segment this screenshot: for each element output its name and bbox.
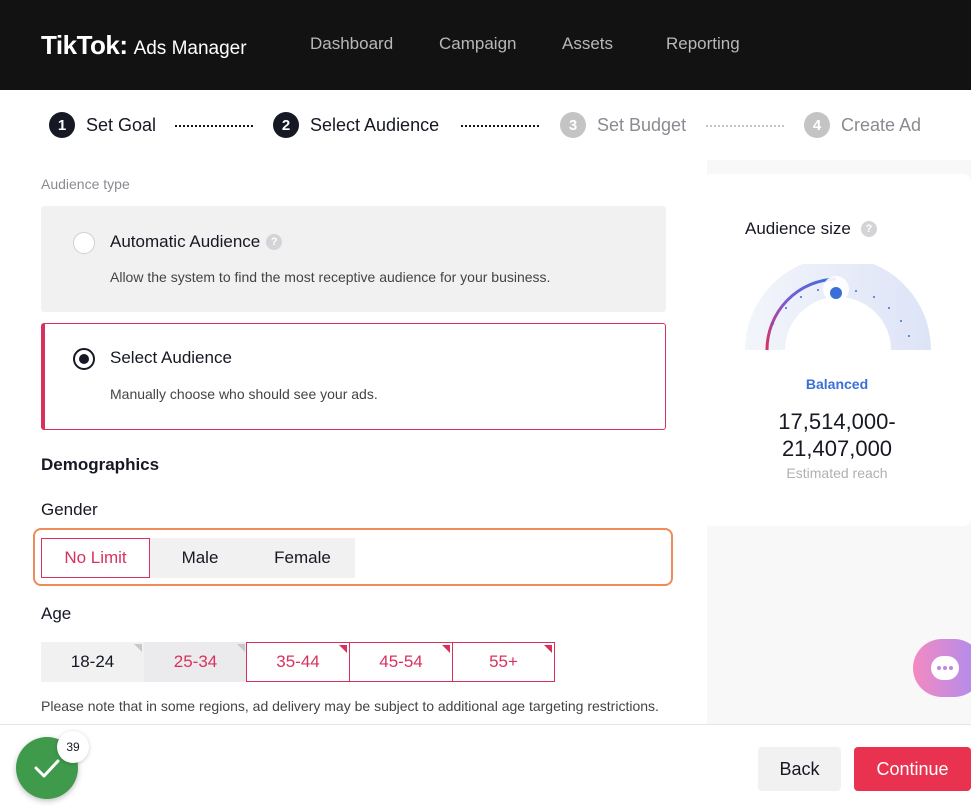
gauge-knob (830, 287, 842, 299)
automatic-audience-description: Allow the system to find the most recept… (110, 269, 551, 285)
select-audience-description: Manually choose who should see your ads. (110, 386, 378, 402)
audience-size-gauge (745, 264, 931, 351)
step-connector (706, 125, 784, 127)
chat-icon (931, 656, 959, 680)
reach-high: 21,407,000 (781, 436, 893, 461)
estimated-reach-label: Estimated reach (786, 465, 888, 481)
nav-campaign[interactable]: Campaign (439, 34, 517, 54)
nav-assets[interactable]: Assets (562, 34, 613, 54)
logo-product-name: Ads Manager (133, 38, 247, 59)
age-label: Age (41, 604, 72, 623)
chat-support-button[interactable] (913, 639, 971, 697)
age-option-18-24[interactable]: 18-24 (41, 642, 144, 682)
logo-mark: TikTok: (41, 30, 128, 60)
checklist-count-badge: 39 (57, 731, 89, 763)
select-audience-title: Select Audience (110, 348, 232, 367)
step-label: Set Goal (86, 114, 157, 135)
select-audience-radio[interactable] (73, 348, 95, 370)
demographics-heading: Demographics (41, 455, 160, 474)
checkmark-icon (34, 759, 60, 778)
gender-option-no-limit[interactable]: No Limit (41, 538, 150, 578)
help-icon[interactable]: ? (266, 234, 283, 250)
step-set-goal[interactable]: 1 Set Goal (49, 112, 156, 138)
select-audience-option[interactable]: Select Audience Manually choose who shou… (41, 323, 666, 430)
reach-low: 17,514,000- (778, 409, 896, 434)
step-number: 4 (804, 112, 830, 138)
audience-type-label: Audience type (41, 176, 130, 192)
step-set-budget[interactable]: 3 Set Budget (560, 112, 686, 138)
step-create-ad[interactable]: 4 Create Ad (804, 112, 921, 138)
step-select-audience[interactable]: 2 Select Audience (273, 112, 439, 138)
automatic-audience-title: Automatic Audience (110, 232, 261, 251)
step-number: 2 (273, 112, 299, 138)
audience-form: Audience type Automatic Audience? Allow … (0, 160, 707, 724)
gender-option-female[interactable]: Female (250, 538, 355, 578)
step-label: Create Ad (841, 114, 922, 135)
back-button[interactable]: Back (758, 747, 841, 791)
step-connector (461, 125, 539, 127)
footer-bar: 39 Back Continue (0, 724, 971, 811)
nav-reporting[interactable]: Reporting (666, 34, 740, 54)
step-connector (175, 125, 253, 127)
radio-selected-dot (79, 354, 89, 364)
automatic-audience-radio[interactable] (73, 232, 95, 254)
gender-label: Gender (41, 500, 98, 519)
audience-size-title: Audience size (745, 219, 851, 238)
tiktok-logo[interactable]: TikTok: Ads Manager (41, 30, 247, 61)
gender-option-male[interactable]: Male (150, 538, 250, 578)
audience-size-status: Balanced (805, 376, 869, 392)
step-label: Select Audience (310, 114, 440, 135)
audience-size-card: Audience size? Balanced 17,514,000- 21,4… (703, 174, 971, 526)
continue-button[interactable]: Continue (854, 747, 971, 791)
age-option-45-54[interactable]: 45-54 (349, 642, 453, 682)
age-option-25-34[interactable]: 25-34 (144, 642, 247, 682)
nav-dashboard[interactable]: Dashboard (310, 34, 393, 54)
automatic-audience-title-row: Automatic Audience? (110, 232, 283, 252)
audience-size-title-row: Audience size? (745, 219, 877, 239)
age-option-55-plus[interactable]: 55+ (452, 642, 555, 682)
step-label: Set Budget (597, 114, 687, 135)
estimated-reach-value: 17,514,000- 21,407,000 (703, 408, 971, 462)
step-number: 3 (560, 112, 586, 138)
age-option-35-44[interactable]: 35-44 (246, 642, 350, 682)
progress-stepper: 1 Set Goal 2 Select Audience 3 Set Budge… (0, 90, 971, 160)
help-icon[interactable]: ? (860, 221, 877, 237)
automatic-audience-option[interactable]: Automatic Audience? Allow the system to … (41, 206, 666, 312)
top-navigation-bar: TikTok: Ads Manager Dashboard Campaign A… (0, 0, 971, 90)
step-number: 1 (49, 112, 75, 138)
age-restriction-note: Please note that in some regions, ad del… (41, 698, 659, 714)
